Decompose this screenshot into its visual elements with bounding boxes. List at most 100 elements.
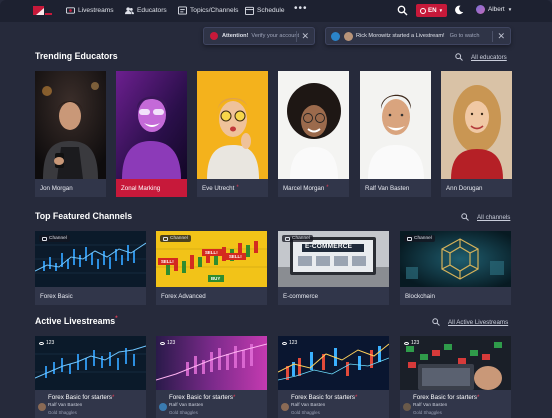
educator-name: Ralf Van Basten — [365, 184, 410, 192]
livestream-thumbnail: 123 — [278, 336, 389, 390]
educator-photo — [197, 71, 268, 179]
calendar-icon — [245, 6, 254, 15]
livestream-info: Forex Basic for starters* Ralf Van Baste… — [35, 391, 146, 418]
alert-icon — [210, 32, 218, 40]
channel-name: Forex Basic — [40, 292, 73, 300]
channel-card[interactable]: Channel Forex Basic — [35, 231, 146, 305]
livestream-info: Forex Basic for starters* Ralf Van Baste… — [156, 391, 267, 418]
educator-name-row: Zonal Marking — [116, 179, 187, 197]
search-icon[interactable] — [455, 53, 463, 61]
educator-name-row: Ann Dorugan — [441, 179, 512, 197]
educator-card[interactable]: Jon Morgan — [35, 71, 106, 197]
toast-livestream-link[interactable]: Go to watch — [450, 33, 480, 39]
livestream-icon — [66, 7, 75, 14]
close-icon[interactable]: ✕ — [301, 31, 309, 42]
brand-logo[interactable] — [33, 4, 53, 18]
avatar — [403, 403, 411, 411]
educator-name: Ann Dorugan — [446, 184, 483, 192]
chevron-down-icon: ▼ — [438, 8, 444, 13]
sell-label: SELL! — [205, 250, 218, 255]
livestream-author: Ralf Van Basten — [169, 403, 204, 408]
viewer-count: 123 — [39, 340, 54, 346]
all-channels-link[interactable]: All channels — [477, 214, 510, 221]
dark-mode-toggle-icon[interactable] — [454, 5, 464, 15]
avatar — [38, 403, 46, 411]
toast-attention-text[interactable]: Verify your account — [251, 33, 299, 39]
livestream-card[interactable]: 123 Forex Basic for starters* Ralf Van B… — [400, 336, 511, 418]
nav-topics-label: Topics/Channels — [190, 7, 239, 14]
language-selector[interactable]: EN ▼ — [416, 4, 447, 17]
channel-card[interactable]: Channel Blockchain — [400, 231, 511, 305]
sell-label: SELL! — [229, 254, 242, 259]
app-frame: Livestreams Educators Topics/Channels Sc… — [0, 0, 552, 418]
avatar — [159, 403, 167, 411]
more-menu-button[interactable]: ••• — [294, 3, 308, 14]
channel-thumbnail: Channel — [35, 231, 146, 287]
live-badge-icon — [331, 31, 340, 41]
eye-icon — [39, 341, 44, 345]
livestream-title: Forex Basic for starters* — [169, 394, 236, 401]
channel-tag: Channel — [282, 235, 313, 242]
viewer-count: 123 — [404, 340, 419, 346]
educator-name: Eve Utrecht — [202, 184, 235, 192]
featured-star-icon: * — [236, 185, 239, 191]
featured-star-icon: * — [326, 185, 329, 191]
toast-divider — [296, 31, 297, 42]
livestream-thumbnail: 123 — [35, 336, 146, 390]
nav-topics[interactable]: Topics/Channels — [178, 6, 238, 15]
livestream-channel: Gold Shaggles — [291, 410, 320, 415]
nav-schedule[interactable]: Schedule — [245, 6, 285, 15]
livestream-channel: Gold Shaggles — [48, 410, 77, 415]
channel-thumbnail: Channel SELL! SELL! SELL! BUY — [156, 231, 267, 287]
educator-name: Marcel Morgan — [283, 184, 325, 192]
nav-livestreams[interactable]: Livestreams — [66, 6, 114, 15]
all-educators-link[interactable]: All educators — [471, 54, 507, 61]
educator-photo — [116, 71, 187, 179]
live-star-icon: * — [115, 316, 118, 322]
sell-label: SELL! — [161, 259, 174, 264]
search-icon[interactable] — [397, 5, 408, 16]
ecommerce-banner: E-COMMERCE — [305, 243, 353, 250]
user-menu[interactable]: Albert ▼ — [476, 5, 512, 14]
all-livestreams-link[interactable]: All Active Livestreams — [448, 319, 508, 326]
search-icon[interactable] — [461, 213, 469, 221]
educator-name: Jon Morgan — [40, 184, 73, 192]
top-navigation: Livestreams Educators Topics/Channels Sc… — [0, 0, 552, 22]
avatar — [476, 5, 485, 14]
livestream-author: Ralf Van Basten — [291, 403, 326, 408]
topics-icon — [178, 6, 187, 15]
channel-thumbnail: Channel E-COMMERCE — [278, 231, 389, 287]
educator-card[interactable]: Ralf Van Basten — [360, 71, 431, 197]
see-all-channels[interactable]: All channels — [461, 213, 510, 221]
channel-name: Blockchain — [405, 292, 435, 300]
viewer-count: 123 — [160, 340, 175, 346]
section-title-channels: Top Featured Channels — [35, 211, 133, 221]
livestream-card[interactable]: 123 Forex Basic for starters* Ralf Van B… — [278, 336, 389, 418]
channel-card[interactable]: Channel E-COMMERCE E-commerce — [278, 231, 389, 305]
educator-name-row: Ralf Van Basten — [360, 179, 431, 197]
educator-card[interactable]: Zonal Marking — [116, 71, 187, 197]
see-all-educators[interactable]: All educators — [455, 53, 507, 61]
livestream-author: Ralf Van Basten — [413, 403, 448, 408]
close-icon[interactable]: ✕ — [497, 31, 505, 42]
livestream-author: Ralf Van Basten — [48, 403, 83, 408]
educator-photo — [35, 71, 106, 179]
educator-name-row: Marcel Morgan * — [278, 179, 349, 197]
search-icon[interactable] — [432, 318, 440, 326]
livestream-info: Forex Basic for starters* Ralf Van Baste… — [278, 391, 389, 418]
educator-card[interactable]: Eve Utrecht * — [197, 71, 268, 197]
educator-name-row: Jon Morgan — [35, 179, 106, 197]
livestream-card[interactable]: 123 Forex Basic for starters* Ralf Van B… — [35, 336, 146, 418]
livestream-card[interactable]: 123 Forex Basic for starters* Ralf Van B… — [156, 336, 267, 418]
see-all-livestreams[interactable]: All Active Livestreams — [432, 318, 508, 326]
nav-educators[interactable]: Educators — [125, 6, 167, 15]
user-name: Albert — [488, 6, 505, 13]
avatar — [281, 403, 289, 411]
section-title-text: Active Livestreams — [35, 316, 116, 326]
nav-educators-label: Educators — [137, 7, 167, 14]
educator-card[interactable]: Ann Dorugan — [441, 71, 512, 197]
channel-card[interactable]: Channel SELL! SELL! SELL! BUY Forex Adva… — [156, 231, 267, 305]
livestream-thumbnail: 123 — [156, 336, 267, 390]
educator-card[interactable]: Marcel Morgan * — [278, 71, 349, 197]
educator-name-row: Eve Utrecht * — [197, 179, 268, 197]
